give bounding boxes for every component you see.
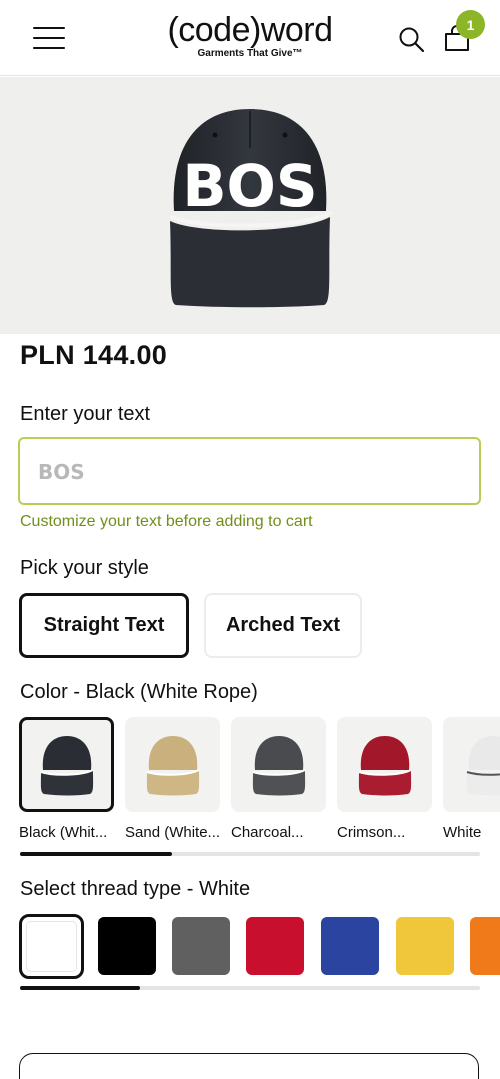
site-header: (code)word Garments That Give™ 1 — [0, 0, 500, 76]
color-swatch-white[interactable] — [443, 717, 500, 812]
style-option-straight[interactable]: Straight Text — [19, 593, 189, 658]
thread-label: Select thread type - White — [20, 878, 251, 900]
thread-swatch-red[interactable] — [246, 917, 304, 975]
color-scrollbar-thumb[interactable] — [20, 852, 172, 856]
custom-text-input[interactable] — [38, 457, 458, 487]
color-swatch-charcoal[interactable] — [231, 717, 326, 812]
product-price: PLN 144.00 — [20, 340, 168, 370]
thread-swatch-white[interactable] — [19, 914, 84, 979]
thread-swatch-gray[interactable] — [172, 917, 230, 975]
color-scrollbar[interactable] — [20, 852, 480, 856]
cap-thumbnail-crimson — [358, 735, 411, 795]
custom-text-hint: Customize your text before adding to car… — [20, 513, 313, 530]
cap-embroidered-text: BOS — [182, 152, 317, 220]
color-swatch-black[interactable] — [19, 717, 114, 812]
thread-swatch-yellow[interactable] — [396, 917, 454, 975]
color-label-charcoal: Charcoal... — [231, 824, 304, 841]
cap-thumbnail-white — [466, 735, 500, 795]
color-label-crimson: Crimson... — [337, 824, 406, 841]
style-option-arched[interactable]: Arched Text — [204, 593, 362, 658]
color-label-white: White — [443, 824, 482, 841]
cap-thumbnail-charcoal — [252, 735, 305, 795]
color-label: Color - Black (White Rope) — [20, 681, 258, 703]
add-to-cart-button[interactable] — [19, 1053, 479, 1079]
thread-scrollbar[interactable] — [20, 986, 480, 990]
product-image: BOS — [0, 77, 500, 334]
color-label-sand: Sand (White... — [125, 824, 221, 841]
custom-text-field[interactable] — [18, 437, 481, 505]
cap-thumbnail-sand — [146, 735, 199, 795]
custom-text-label: Enter your text — [20, 403, 151, 425]
color-label-black: Black (Whit... — [19, 824, 108, 841]
thread-scrollbar-thumb[interactable] — [20, 986, 140, 990]
cap-image: BOS — [170, 109, 332, 308]
search-icon[interactable] — [398, 26, 426, 54]
cap-thumbnail-black — [40, 735, 93, 795]
style-label: Pick your style — [20, 557, 149, 579]
color-swatch-crimson[interactable] — [337, 717, 432, 812]
color-swatch-sand[interactable] — [125, 717, 220, 812]
cart-count-badge: 1 — [456, 10, 485, 39]
thread-swatch-blue[interactable] — [321, 917, 379, 975]
thread-swatch-black[interactable] — [98, 917, 156, 975]
thread-swatch-orange[interactable] — [470, 917, 500, 975]
